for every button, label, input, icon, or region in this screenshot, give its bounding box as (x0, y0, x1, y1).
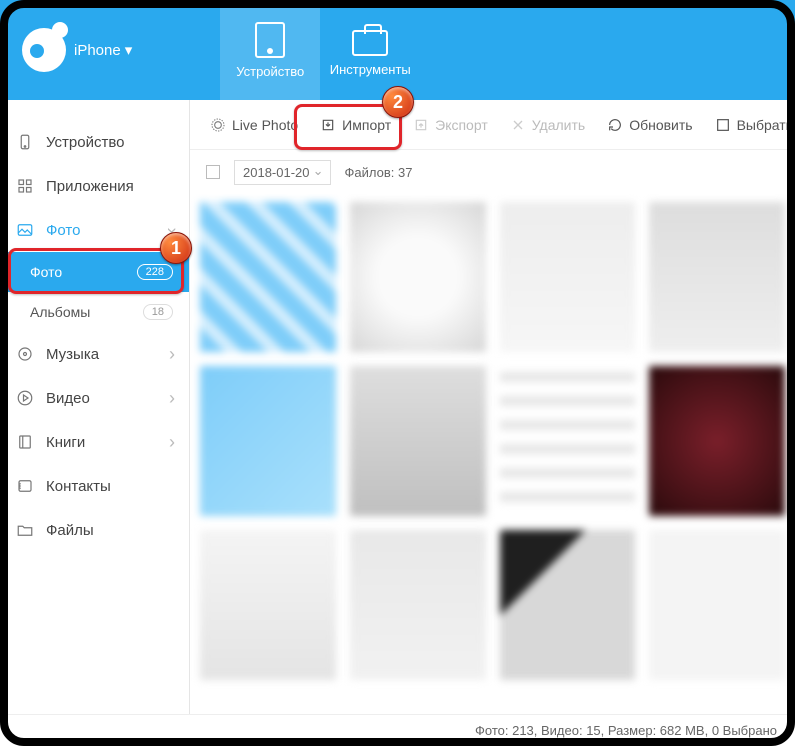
thumbnail[interactable] (350, 202, 486, 352)
header-tabs: Устройство Инструменты (220, 0, 420, 100)
thumbnail[interactable] (649, 366, 785, 516)
select-all-checkbox[interactable] (206, 165, 220, 179)
thumbnail[interactable] (350, 530, 486, 680)
toolbar-label: Live Photo (232, 117, 298, 133)
music-icon (16, 345, 34, 363)
thumbnail[interactable] (649, 202, 785, 352)
thumbnail-grid (190, 194, 795, 714)
sidebar-item-music[interactable]: Музыка (0, 332, 189, 376)
live-photo-button[interactable]: Live Photo (200, 111, 308, 139)
filter-row: 2018-01-20 Файлов: 37 (190, 150, 795, 194)
status-bar: Фото: 213, Видео: 15, Размер: 682 MB, 0 … (0, 714, 795, 746)
sidebar-label: Приложения (46, 178, 134, 195)
sidebar-label: Книги (46, 434, 85, 451)
file-count-label: Файлов: 37 (345, 165, 413, 180)
sidebar-subitem-albums[interactable]: Альбомы 18 (0, 292, 189, 332)
sidebar-item-books[interactable]: Книги (0, 420, 189, 464)
book-icon (16, 433, 34, 451)
tab-device[interactable]: Устройство (220, 0, 320, 100)
video-icon (16, 389, 34, 407)
status-text: Фото: 213, Видео: 15, Размер: 682 MB, 0 … (475, 723, 777, 738)
count-pill: 228 (137, 264, 173, 280)
tablet-icon (255, 22, 285, 58)
sidebar-item-contacts[interactable]: Контакты (0, 464, 189, 508)
sidebar-label: Файлы (46, 522, 94, 539)
sidebar: Устройство Приложения Фото Фото 228 Альб… (0, 100, 190, 714)
grid-icon (16, 177, 34, 195)
checkbox-icon (715, 117, 731, 133)
annotation-badge-2: 2 (382, 86, 414, 118)
sidebar-subitem-photo[interactable]: Фото 228 (0, 252, 189, 292)
sidebar-item-video[interactable]: Видео (0, 376, 189, 420)
thumbnail[interactable] (500, 530, 636, 680)
thumbnail[interactable] (500, 366, 636, 516)
device-selector[interactable]: iPhone ▾ (0, 0, 150, 100)
toolbar: Live Photo Импорт Экспорт Удалить Обнови… (190, 100, 795, 150)
toolbar-label: Удалить (532, 117, 585, 133)
folder-icon (16, 521, 34, 539)
refresh-button[interactable]: Обновить (597, 111, 702, 139)
tab-tools-label: Инструменты (330, 62, 411, 77)
app-window: iPhone ▾ Устройство Инструменты Устройст… (0, 0, 795, 746)
toolbar-label: Выбрать все (737, 117, 795, 133)
thumbnail[interactable] (350, 366, 486, 516)
delete-button[interactable]: Удалить (500, 111, 595, 139)
chevron-down-icon: ▾ (125, 41, 133, 59)
device-label: iPhone (74, 42, 121, 59)
toolbar-label: Импорт (342, 117, 391, 133)
app-logo-icon (22, 28, 66, 72)
tab-device-label: Устройство (236, 64, 304, 79)
sidebar-label: Устройство (46, 134, 124, 151)
sidebar-item-device[interactable]: Устройство (0, 120, 189, 164)
sidebar-item-apps[interactable]: Приложения (0, 164, 189, 208)
header: iPhone ▾ Устройство Инструменты (0, 0, 795, 100)
sidebar-sublabel: Фото (30, 264, 62, 280)
sidebar-label: Контакты (46, 478, 111, 495)
sidebar-label: Видео (46, 390, 90, 407)
import-icon (320, 117, 336, 133)
sidebar-label: Музыка (46, 346, 99, 363)
device-icon (16, 133, 34, 151)
photo-icon (16, 221, 34, 239)
select-all-button[interactable]: Выбрать все (705, 111, 795, 139)
thumbnail[interactable] (200, 366, 336, 516)
contacts-icon (16, 477, 34, 495)
thumbnail[interactable] (500, 202, 636, 352)
annotation-badge-1: 1 (160, 232, 192, 264)
live-photo-icon (210, 117, 226, 133)
briefcase-icon (352, 30, 388, 56)
thumbnail[interactable] (200, 202, 336, 352)
date-value: 2018-01-20 (243, 165, 310, 180)
date-dropdown[interactable]: 2018-01-20 (234, 160, 331, 185)
thumbnail[interactable] (200, 530, 336, 680)
sidebar-label: Фото (46, 222, 80, 239)
export-button[interactable]: Экспорт (403, 111, 498, 139)
toolbar-label: Обновить (629, 117, 692, 133)
delete-icon (510, 117, 526, 133)
export-icon (413, 117, 429, 133)
tab-tools[interactable]: Инструменты (320, 0, 420, 100)
thumbnail[interactable] (649, 530, 785, 680)
toolbar-label: Экспорт (435, 117, 488, 133)
count-pill: 18 (143, 304, 173, 320)
refresh-icon (607, 117, 623, 133)
sidebar-sublabel: Альбомы (30, 304, 90, 320)
sidebar-item-files[interactable]: Файлы (0, 508, 189, 552)
